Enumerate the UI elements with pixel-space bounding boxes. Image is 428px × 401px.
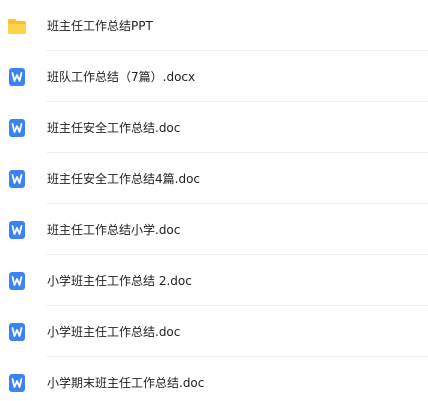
file-row-folder[interactable]: 班主任工作总结PPT xyxy=(0,0,428,51)
file-row-doc[interactable]: 小学班主任工作总结 2.doc xyxy=(0,255,428,306)
file-row-doc[interactable]: 小学期末班主任工作总结.doc xyxy=(0,357,428,401)
file-row-doc[interactable]: 班队工作总结（7篇）.docx xyxy=(0,51,428,102)
file-name: 小学期末班主任工作总结.doc xyxy=(47,376,205,390)
file-name: 班主任安全工作总结4篇.doc xyxy=(47,172,201,186)
wps-word-icon xyxy=(9,68,25,86)
folder-icon xyxy=(8,19,26,34)
file-row-doc[interactable]: 班主任安全工作总结.doc xyxy=(0,102,428,153)
wps-word-icon xyxy=(9,323,25,341)
file-name: 班主任工作总结小学.doc xyxy=(47,223,181,237)
file-row-doc[interactable]: 小学班主任工作总结.doc xyxy=(0,306,428,357)
wps-word-icon xyxy=(9,119,25,137)
file-row-doc[interactable]: 班主任工作总结小学.doc xyxy=(0,204,428,255)
wps-word-icon xyxy=(9,374,25,392)
file-row-doc[interactable]: 班主任安全工作总结4篇.doc xyxy=(0,153,428,204)
file-name: 小学班主任工作总结.doc xyxy=(47,325,181,339)
wps-word-icon xyxy=(9,170,25,188)
file-name: 班主任安全工作总结.doc xyxy=(47,121,181,135)
wps-word-icon xyxy=(9,272,25,290)
file-list: 班主任工作总结PPT 班队工作总结（7篇）.docx 班主任安全工作总结.doc… xyxy=(0,0,428,401)
wps-word-icon xyxy=(9,221,25,239)
file-name: 班主任工作总结PPT xyxy=(47,19,153,33)
file-name: 小学班主任工作总结 2.doc xyxy=(47,274,192,288)
file-name: 班队工作总结（7篇）.docx xyxy=(47,70,196,84)
